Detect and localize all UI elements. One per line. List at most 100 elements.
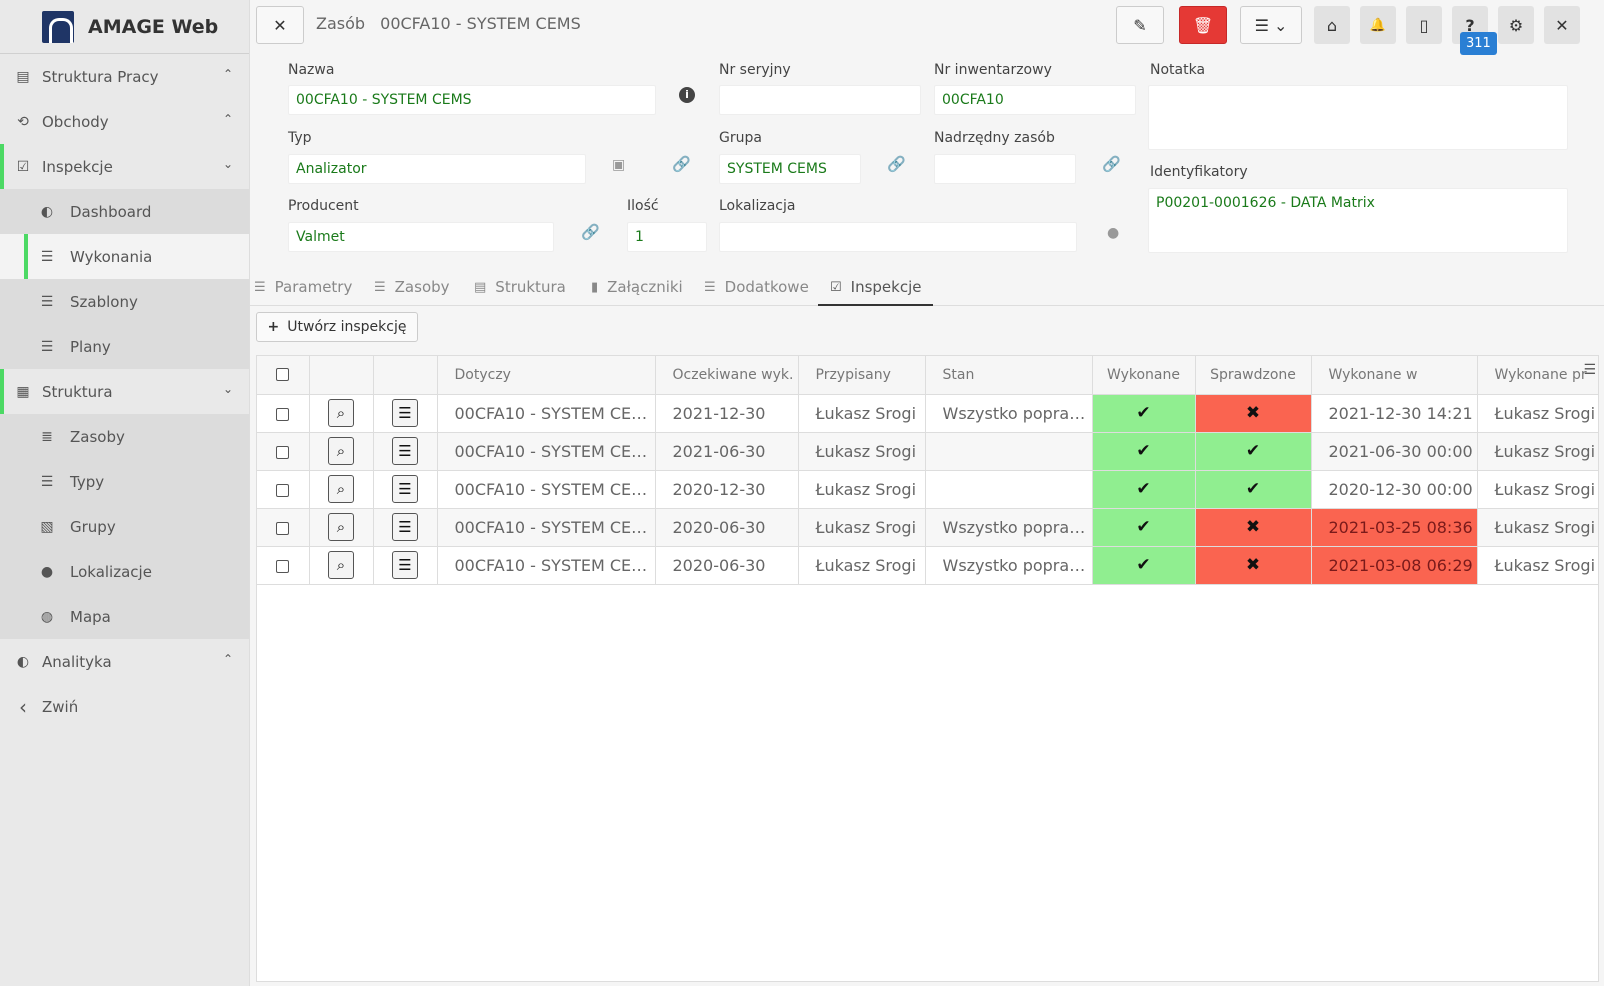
check-icon: ✔ xyxy=(1092,432,1196,471)
tab-dodatkowe[interactable]: ☰ Dodatkowe xyxy=(704,278,809,296)
row-checkbox[interactable] xyxy=(276,483,290,497)
link-icon[interactable]: 🔗 xyxy=(887,155,906,173)
sidebar-item-typy[interactable]: ☰ Typy xyxy=(0,459,249,504)
actions-menu-button[interactable]: ☰ ⌄ xyxy=(1240,6,1302,44)
close-record-button[interactable]: ✕ xyxy=(256,6,304,44)
sidebar-collapse[interactable]: ‹ Zwiń xyxy=(0,684,249,729)
nr-inwentarzowy-field[interactable]: 00CFA10 xyxy=(934,85,1136,115)
nazwa-field[interactable]: 00CFA10 - SYSTEM CEMS xyxy=(288,85,656,115)
sidebar-item-mapa[interactable]: ◍ Mapa xyxy=(0,594,249,639)
column-header-wykonane-w[interactable]: Wykonane w xyxy=(1311,356,1478,395)
row-select[interactable] xyxy=(257,394,310,433)
row-select[interactable] xyxy=(257,432,310,471)
table-row[interactable]: ⌕ ☰ 00CFA10 - SYSTEM CEMS 2021-06-30 Łuk… xyxy=(257,432,1598,471)
notatka-field[interactable] xyxy=(1148,85,1568,150)
sidebar-item-grupy[interactable]: ▧ Grupy xyxy=(0,504,249,549)
menu-icon[interactable]: ☰ xyxy=(392,475,418,503)
row-checkbox[interactable] xyxy=(276,559,290,573)
identyfikatory-field[interactable]: P00201-0001626 - DATA Matrix xyxy=(1148,188,1568,253)
info-icon[interactable]: i xyxy=(679,87,695,103)
row-select[interactable] xyxy=(257,508,310,547)
row-checkbox[interactable] xyxy=(276,407,290,421)
column-header-stan[interactable]: Stan xyxy=(925,356,1093,395)
sidebar-item-wykonania[interactable]: ☰ Wykonania xyxy=(0,234,249,279)
link-icon[interactable]: 🔗 xyxy=(672,155,691,173)
row-checkbox[interactable] xyxy=(276,445,290,459)
sidebar-item-zasoby[interactable]: ≣ Zasoby xyxy=(0,414,249,459)
nadrzedny-zasob-label: Nadrzędny zasób xyxy=(934,130,1055,146)
table-row[interactable]: ⌕ ☰ 00CFA10 - SYSTEM CEMS 2020-06-30 Łuk… xyxy=(257,546,1598,585)
settings-button[interactable]: ⚙ xyxy=(1498,6,1534,44)
search-icon[interactable]: ⌕ xyxy=(328,399,354,427)
search-icon[interactable]: ⌕ xyxy=(328,513,354,541)
typ-field[interactable]: Analizator xyxy=(288,154,586,184)
menu-icon[interactable]: ☰ xyxy=(392,437,418,465)
chevron-up-icon: ⌃ xyxy=(222,112,233,126)
tab-parametry[interactable]: ☰ Parametry xyxy=(254,278,352,296)
mobile-button[interactable]: ▯ xyxy=(1406,6,1442,44)
column-menu-icon[interactable]: ☰ xyxy=(1583,362,1596,378)
row-select[interactable] xyxy=(257,470,310,509)
tab-zalaczniki[interactable]: ▮ Załączniki xyxy=(591,278,683,296)
table-row[interactable]: ⌕ ☰ 00CFA10 - SYSTEM CEMS 2020-12-30 Łuk… xyxy=(257,470,1598,509)
groups-icon: ▧ xyxy=(40,518,54,535)
close-icon: ✕ xyxy=(273,15,287,35)
cell-wykonane-przez: Łukasz Srogi xyxy=(1477,546,1598,585)
menu-icon[interactable]: ☰ xyxy=(392,513,418,541)
select-all-header[interactable] xyxy=(257,356,310,395)
tab-inspekcje[interactable]: ☑ Inspekcje xyxy=(817,278,935,306)
search-icon[interactable]: ⌕ xyxy=(328,551,354,579)
lokalizacja-field[interactable] xyxy=(719,222,1077,252)
column-header-przypisany[interactable]: Przypisany xyxy=(798,356,926,395)
sidebar-item-obchody[interactable]: ⟲ Obchody ⌃ xyxy=(0,99,249,144)
column-header-wykonane[interactable]: Wykonane xyxy=(1092,356,1196,395)
close-window-button[interactable]: ✕ xyxy=(1544,6,1580,44)
menu-icon[interactable]: ☰ xyxy=(392,399,418,427)
sidebar-item-analityka[interactable]: ◐ Analityka ⌃ xyxy=(0,639,249,684)
sidebar-item-dashboard[interactable]: ◐ Dashboard xyxy=(0,189,249,234)
list-icon: ☰ xyxy=(374,279,386,295)
delete-button[interactable]: 🗑 xyxy=(1179,6,1227,44)
row-checkbox[interactable] xyxy=(276,521,290,535)
create-inspection-button[interactable]: + Utwórz inspekcję xyxy=(256,312,418,342)
sidebar-item-struktura-pracy[interactable]: ▤ Struktura Pracy ⌃ xyxy=(0,54,249,99)
select-all-checkbox[interactable] xyxy=(276,368,290,382)
tab-bar: ☰ Parametry ☰ Zasoby ▤ Struktura ▮ Załąc… xyxy=(250,270,1604,306)
row-select[interactable] xyxy=(257,546,310,585)
map-marker-icon[interactable]: ● xyxy=(1107,225,1119,241)
menu-icon[interactable]: ☰ xyxy=(392,551,418,579)
producent-field[interactable]: Valmet xyxy=(288,222,554,252)
chevron-down-icon: ⌄ xyxy=(222,157,233,171)
image-icon[interactable]: ▣ xyxy=(612,157,625,173)
sidebar-item-label: Plany xyxy=(70,337,111,356)
tab-label: Inspekcje xyxy=(850,278,922,296)
edit-button[interactable]: ✎ xyxy=(1116,6,1164,44)
search-icon[interactable]: ⌕ xyxy=(328,437,354,465)
view-column-header xyxy=(309,356,374,395)
sidebar-item-inspekcje[interactable]: ☑ Inspekcje ⌄ xyxy=(0,144,249,189)
column-header-oczekiwane[interactable]: Oczekiwane wyk. xyxy=(655,356,799,395)
sidebar-item-plany[interactable]: ☰ Plany xyxy=(0,324,249,369)
link-icon[interactable]: 🔗 xyxy=(581,223,600,241)
tab-struktura[interactable]: ▤ Struktura xyxy=(474,278,566,296)
nadrzedny-zasob-field[interactable] xyxy=(934,154,1076,184)
sidebar-item-lokalizacje[interactable]: ● Lokalizacje xyxy=(0,549,249,594)
nr-seryjny-field[interactable] xyxy=(719,85,921,115)
tab-zasoby[interactable]: ☰ Zasoby xyxy=(374,278,450,296)
ilosc-field[interactable]: 1 xyxy=(627,222,707,252)
column-header-sprawdzone[interactable]: Sprawdzone xyxy=(1195,356,1312,395)
home-button[interactable]: ⌂ xyxy=(1314,6,1350,44)
search-icon[interactable]: ⌕ xyxy=(328,475,354,503)
table-row[interactable]: ⌕ ☰ 00CFA10 - SYSTEM CEMS 2020-06-30 Łuk… xyxy=(257,508,1598,547)
column-header-dotyczy[interactable]: Dotyczy xyxy=(437,356,656,395)
dashboard-icon: ◐ xyxy=(16,653,30,670)
grupa-field[interactable]: SYSTEM CEMS xyxy=(719,154,861,184)
notifications-button[interactable]: 🔔 xyxy=(1360,6,1396,44)
table-row[interactable]: ⌕ ☰ 00CFA10 - SYSTEM CEMS 2021-12-30 Łuk… xyxy=(257,394,1598,433)
column-header-wykonane-przez[interactable]: Wykonane pr xyxy=(1477,356,1598,395)
brand[interactable]: AMAGE Web xyxy=(0,0,249,54)
cell-dotyczy: 00CFA10 - SYSTEM CEMS xyxy=(437,508,656,547)
link-icon[interactable]: 🔗 xyxy=(1102,155,1121,173)
sidebar-item-struktura[interactable]: ▦ Struktura ⌄ xyxy=(0,369,249,414)
sidebar-item-szablony[interactable]: ☰ Szablony xyxy=(0,279,249,324)
